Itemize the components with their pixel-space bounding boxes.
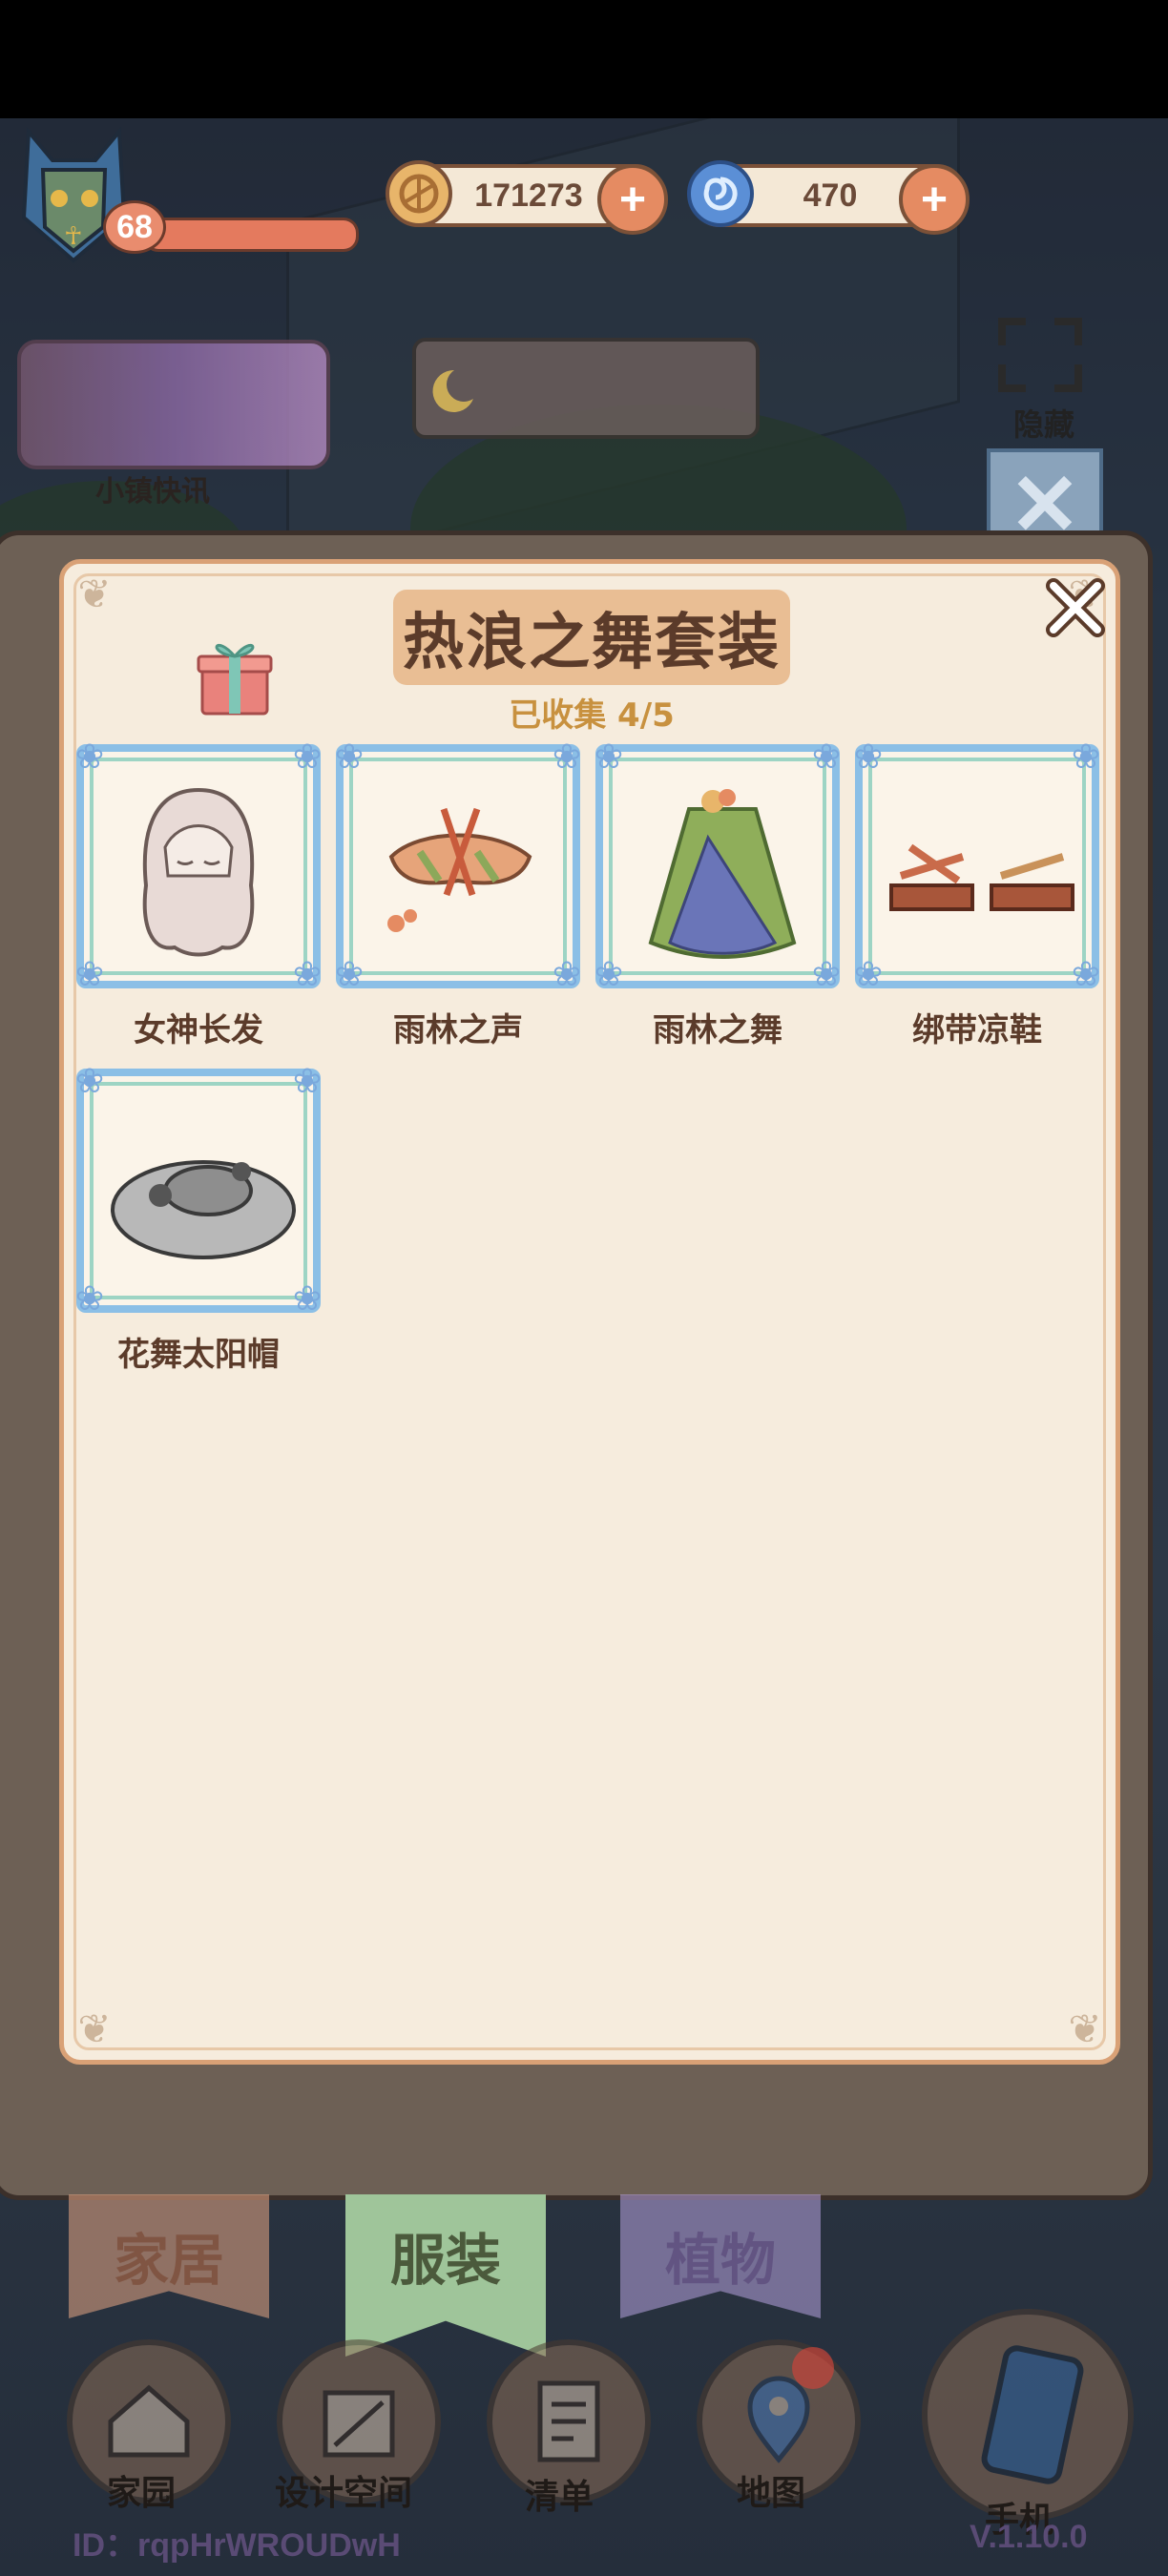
bow-decoration: ❀ [334,955,365,994]
tab-clothing[interactable]: 服装 [345,2194,546,2357]
bow-decoration: ❀ [74,1279,105,1319]
experience-bar-fill [146,220,356,249]
tab-label: 家居 [113,2228,224,2293]
item-name: 花舞太阳帽 [117,1336,280,1374]
town-news-banner[interactable] [17,340,330,469]
weather-bar [412,338,760,439]
tab-plants[interactable]: 植物 [620,2194,821,2318]
user-id: ID：rqpHrWROUDwH [73,2527,401,2564]
bow-decoration: ❀ [594,955,624,994]
nav-map-label: 地图 [737,2474,806,2513]
bow-decoration: ❀ [292,1062,323,1101]
experience-bar [143,218,359,252]
set-title-box: 热浪之舞套装 [393,590,790,685]
bow-decoration: ❀ [1071,955,1101,994]
corner-ornament: ❦ [77,571,112,617]
item-name: 雨林之声 [393,1011,523,1049]
nav-list-label: 清单 [525,2478,594,2517]
collection-progress: 已收集 4/5 [509,696,675,735]
tab-label: 植物 [664,2228,776,2293]
sandals-icon [889,843,1074,911]
bow-decoration: ❀ [292,1279,323,1319]
item-frame: ❀ ❀ ❀ ❀ [75,1063,322,1319]
item-frame: ❀ ❀ ❀ ❀ [335,738,581,994]
bow-decoration: ❀ [853,955,884,994]
bow-decoration: ❀ [594,737,624,777]
gold-amount: 171273 [474,177,583,214]
item-name: 雨林之舞 [653,1011,782,1049]
add-gold-button[interactable]: + [597,164,668,235]
corner-ornament: ❦ [1068,2005,1102,2052]
close-panel-button[interactable] [1040,572,1111,643]
bow-decoration: ❀ [74,737,105,777]
bow-decoration: ❀ [853,737,884,777]
item-name: 绑带凉鞋 [912,1011,1042,1049]
nav-home-label: 家园 [107,2474,177,2513]
bow-decoration: ❀ [552,955,582,994]
set-title: 热浪之舞套装 [403,608,781,678]
item-frame: ❀ ❀ ❀ ❀ [594,738,841,994]
bow-decoration: ❀ [74,1062,105,1101]
bow-decoration: ❀ [334,737,365,777]
tab-label: 服装 [389,2228,501,2293]
level-badge: 68 [103,200,166,254]
gem-counter: 470 + [687,160,970,235]
bow-decoration: ❀ [811,737,842,777]
gold-coin-icon [384,158,454,229]
bow-decoration: ❀ [292,955,323,994]
top-icon [387,807,532,932]
hair-icon [142,787,255,957]
tab-home-decor[interactable]: 家居 [69,2194,269,2318]
skirt-icon [648,789,797,959]
phone-icon [981,2345,1084,2484]
item-frame: ❀ ❀ ❀ ❀ [75,738,322,994]
bow-decoration: ❀ [292,737,323,777]
hide-ui-label: 隐藏 [1013,406,1075,443]
swirl-gem-icon [685,158,756,229]
bow-decoration: ❀ [552,737,582,777]
bow-decoration: ❀ [811,955,842,994]
bow-decoration: ❀ [1071,737,1101,777]
nav-phone-button[interactable] [922,2309,1134,2521]
sunhat-icon [111,1160,296,1259]
notification-dot [792,2347,834,2389]
add-gems-button[interactable]: + [899,164,970,235]
item-name: 女神长发 [134,1011,263,1049]
corner-ornament: ❦ [77,2005,112,2052]
item-frame: ❀ ❀ ❀ ❀ [854,738,1100,994]
gold-counter: 171273 + [386,160,668,235]
gift-icon[interactable] [197,634,273,719]
bow-decoration: ❀ [74,955,105,994]
town-news-label: 小镇快讯 [95,475,210,509]
app-version: V.1.10.0 [970,2519,1088,2555]
svg-text:☥: ☥ [64,222,82,251]
nav-design-label: 设计空间 [275,2474,413,2513]
gem-amount: 470 [803,177,858,214]
